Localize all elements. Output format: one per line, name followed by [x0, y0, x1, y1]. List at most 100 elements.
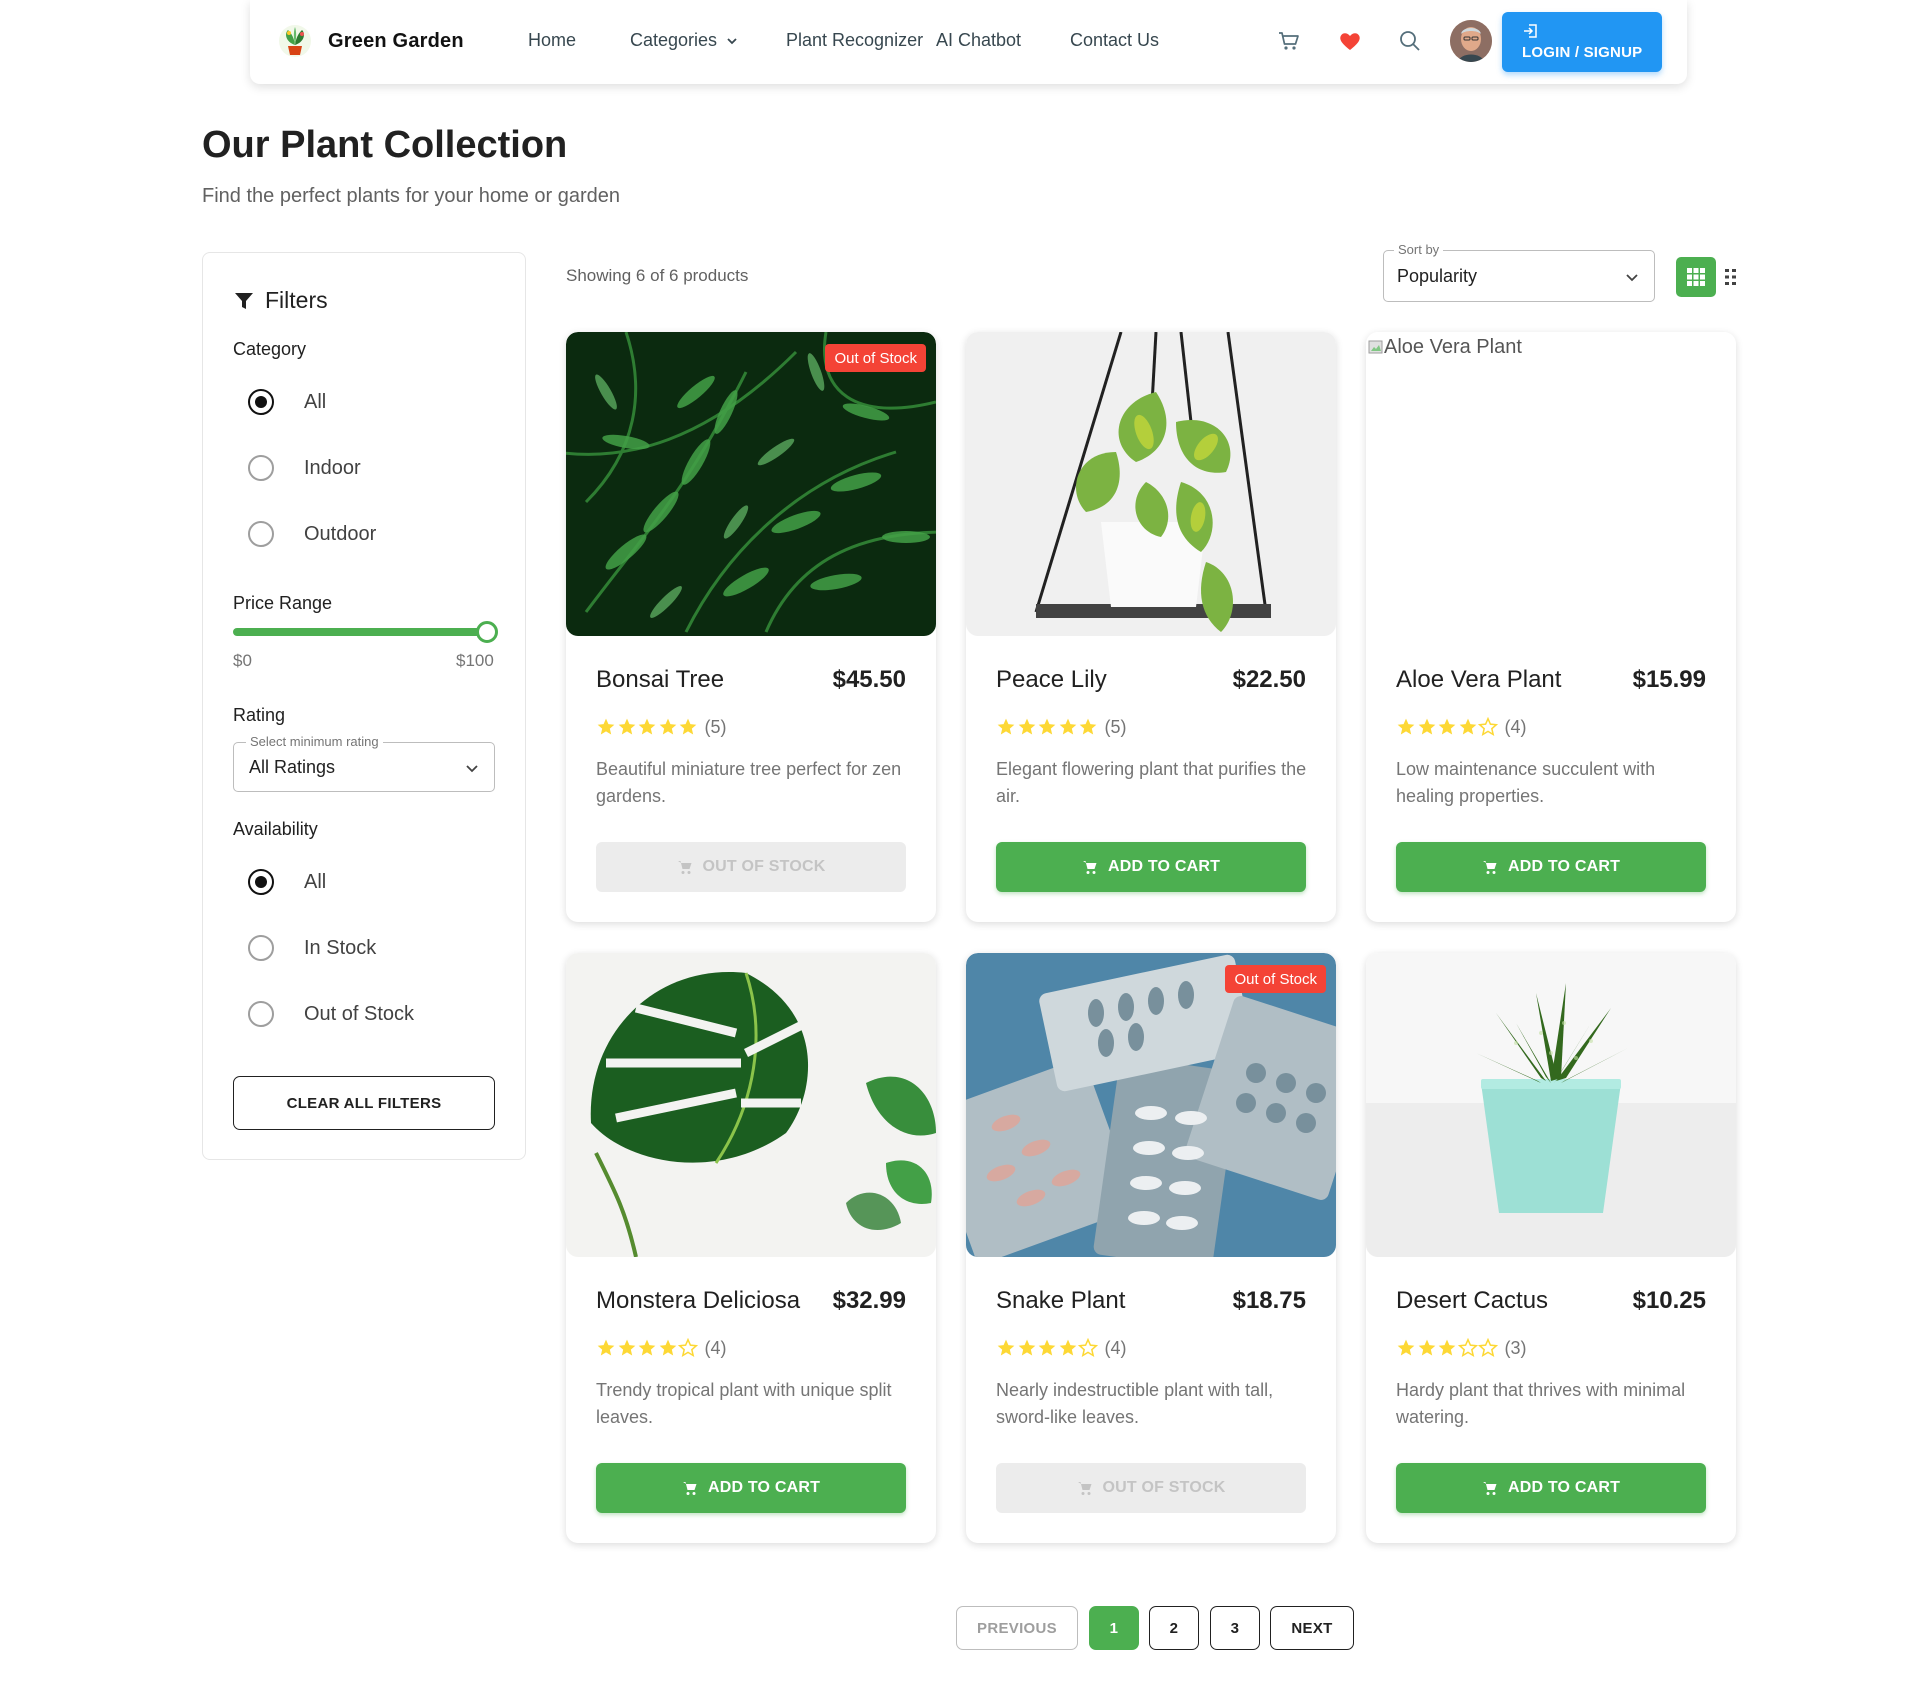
- page-button-2[interactable]: 2: [1149, 1606, 1199, 1650]
- radio-unchecked[interactable]: [248, 935, 274, 961]
- product-card[interactable]: Monstera Deliciosa $32.99 (4) Trendy tro…: [566, 953, 936, 1543]
- product-image-broken[interactable]: Aloe Vera Plant: [1366, 332, 1736, 636]
- star-empty-icon: [1478, 717, 1498, 737]
- add-to-cart-button[interactable]: ADD TO CART: [1396, 842, 1706, 892]
- product-image[interactable]: [966, 332, 1336, 636]
- filter-icon: [235, 292, 253, 309]
- cart-icon[interactable]: [1276, 28, 1302, 54]
- sort-select-value: Popularity: [1397, 266, 1478, 286]
- star-filled-icon: [997, 718, 1015, 735]
- radio-checked[interactable]: [248, 869, 274, 895]
- product-card[interactable]: Out of Stock Bonsai Tree $45.50 (5) Beau…: [566, 332, 936, 922]
- product-name[interactable]: Monstera Deliciosa: [596, 1287, 800, 1315]
- clear-all-filters-button[interactable]: CLEAR ALL FILTERS: [233, 1076, 495, 1130]
- product-rating: (4): [1396, 716, 1527, 738]
- search-icon[interactable]: [1397, 28, 1423, 54]
- rating-count: (4): [1104, 1337, 1127, 1358]
- broken-image-alt-label: Aloe Vera Plant: [1384, 336, 1522, 358]
- rating-label: Rating: [233, 705, 286, 725]
- cart-icon: [1482, 861, 1497, 874]
- brand-name: Green Garden: [328, 29, 464, 52]
- star-filled-icon: [1459, 718, 1476, 735]
- rating-select-value: All Ratings: [249, 757, 336, 777]
- cart-icon: [1082, 861, 1097, 874]
- price-slider-track[interactable]: [233, 628, 487, 636]
- nav-link-home[interactable]: Home: [528, 30, 576, 51]
- price-max-label: $100: [456, 651, 494, 670]
- product-card[interactable]: Aloe Vera Plant Aloe Vera Plant $15.99 (…: [1366, 332, 1736, 922]
- radio-unchecked[interactable]: [248, 1001, 274, 1027]
- star-filled-icon: [1397, 718, 1415, 735]
- previous-page-button[interactable]: PREVIOUS: [956, 1606, 1078, 1650]
- cart-icon: [1077, 1482, 1091, 1495]
- product-price: $22.50: [1232, 666, 1306, 693]
- rating-count: (5): [704, 716, 727, 737]
- list-view-icon[interactable]: [1724, 266, 1740, 288]
- radio-checked[interactable]: [248, 389, 274, 415]
- star-empty-icon: [1457, 1338, 1478, 1358]
- radio-unchecked[interactable]: [248, 455, 274, 481]
- rating-count: (5): [1104, 716, 1127, 737]
- hanging-pothos-image: [966, 332, 1336, 636]
- page-button-1[interactable]: 1: [1089, 1606, 1139, 1650]
- availability-option-label: All: [304, 870, 327, 893]
- product-card[interactable]: Desert Cactus $10.25 (3) Hardy plant tha…: [1366, 953, 1736, 1543]
- next-page-button[interactable]: NEXT: [1270, 1606, 1354, 1650]
- chevron-down-icon: [727, 38, 737, 45]
- price-slider-thumb[interactable]: [476, 621, 498, 643]
- product-name[interactable]: Peace Lily: [996, 666, 1107, 694]
- product-image[interactable]: Out of Stock: [566, 332, 936, 636]
- star-filled-icon: [1038, 1339, 1056, 1356]
- availability-option-all[interactable]: All: [248, 869, 326, 895]
- product-description: Trendy tropical plant with unique split …: [596, 1380, 892, 1427]
- nav-link-categories[interactable]: Categories: [630, 30, 739, 51]
- rating-count: (3): [1504, 1337, 1527, 1358]
- product-name[interactable]: Desert Cactus: [1396, 1287, 1548, 1315]
- nav-link-plant-recognizer[interactable]: Plant Recognizer: [786, 30, 923, 51]
- product-image[interactable]: [1366, 953, 1736, 1257]
- cart-button-label: ADD TO CART: [1107, 858, 1221, 875]
- grid-icon: [1687, 268, 1705, 286]
- cart-icon: [682, 1482, 697, 1495]
- category-option-all[interactable]: All: [248, 389, 326, 415]
- nav-link-ai-chatbot[interactable]: AI Chatbot: [936, 30, 1021, 51]
- star-filled-icon: [1438, 718, 1456, 735]
- category-option-outdoor[interactable]: Outdoor: [248, 521, 376, 547]
- login-signup-button[interactable]: LOGIN / SIGNUP: [1502, 12, 1662, 72]
- grid-view-button[interactable]: [1676, 257, 1716, 297]
- succulent-image: [1366, 953, 1736, 1257]
- availability-option-label: Out of Stock: [304, 1002, 415, 1025]
- page-button-3[interactable]: 3: [1210, 1606, 1260, 1650]
- availability-option-in-stock[interactable]: In Stock: [248, 935, 376, 961]
- star-filled-icon: [1018, 718, 1035, 735]
- product-name[interactable]: Aloe Vera Plant: [1396, 666, 1561, 694]
- brand[interactable]: Green Garden: [278, 24, 464, 58]
- star-filled-icon: [618, 718, 635, 735]
- pills-image: [966, 953, 1336, 1257]
- product-image[interactable]: [566, 953, 936, 1257]
- heart-icon[interactable]: [1337, 28, 1363, 54]
- filters-title: Filters: [265, 287, 328, 313]
- product-card[interactable]: Out of Stock Snake Plant $18.75 (4) Near…: [966, 953, 1336, 1543]
- rating-select[interactable]: Select minimum rating All Ratings: [233, 734, 495, 792]
- product-image[interactable]: Out of Stock: [966, 953, 1336, 1257]
- filters-heading: Filters: [233, 287, 328, 314]
- page-subtitle: Find the perfect plants for your home or…: [202, 185, 621, 207]
- sort-select-legend: Sort by: [1394, 242, 1444, 257]
- add-to-cart-button[interactable]: ADD TO CART: [996, 842, 1306, 892]
- add-to-cart-button[interactable]: ADD TO CART: [1396, 1463, 1706, 1513]
- star-filled-icon: [1079, 718, 1097, 735]
- monstera-image: [566, 953, 936, 1257]
- nav-link-contact-us[interactable]: Contact Us: [1070, 30, 1159, 51]
- user-avatar[interactable]: [1450, 20, 1492, 62]
- product-name[interactable]: Bonsai Tree: [596, 666, 724, 694]
- out-of-stock-button: OUT OF STOCK: [596, 842, 906, 892]
- add-to-cart-button[interactable]: ADD TO CART: [596, 1463, 906, 1513]
- sort-select[interactable]: Sort by Popularity: [1383, 242, 1655, 302]
- product-name[interactable]: Snake Plant: [996, 1287, 1125, 1315]
- category-option-indoor[interactable]: Indoor: [248, 455, 361, 481]
- radio-unchecked[interactable]: [248, 521, 274, 547]
- product-card[interactable]: Peace Lily $22.50 (5) Elegant flowering …: [966, 332, 1336, 922]
- availability-option-out-of-stock[interactable]: Out of Stock: [248, 1001, 414, 1027]
- product-description: Elegant flowering plant that purifies th…: [996, 759, 1307, 806]
